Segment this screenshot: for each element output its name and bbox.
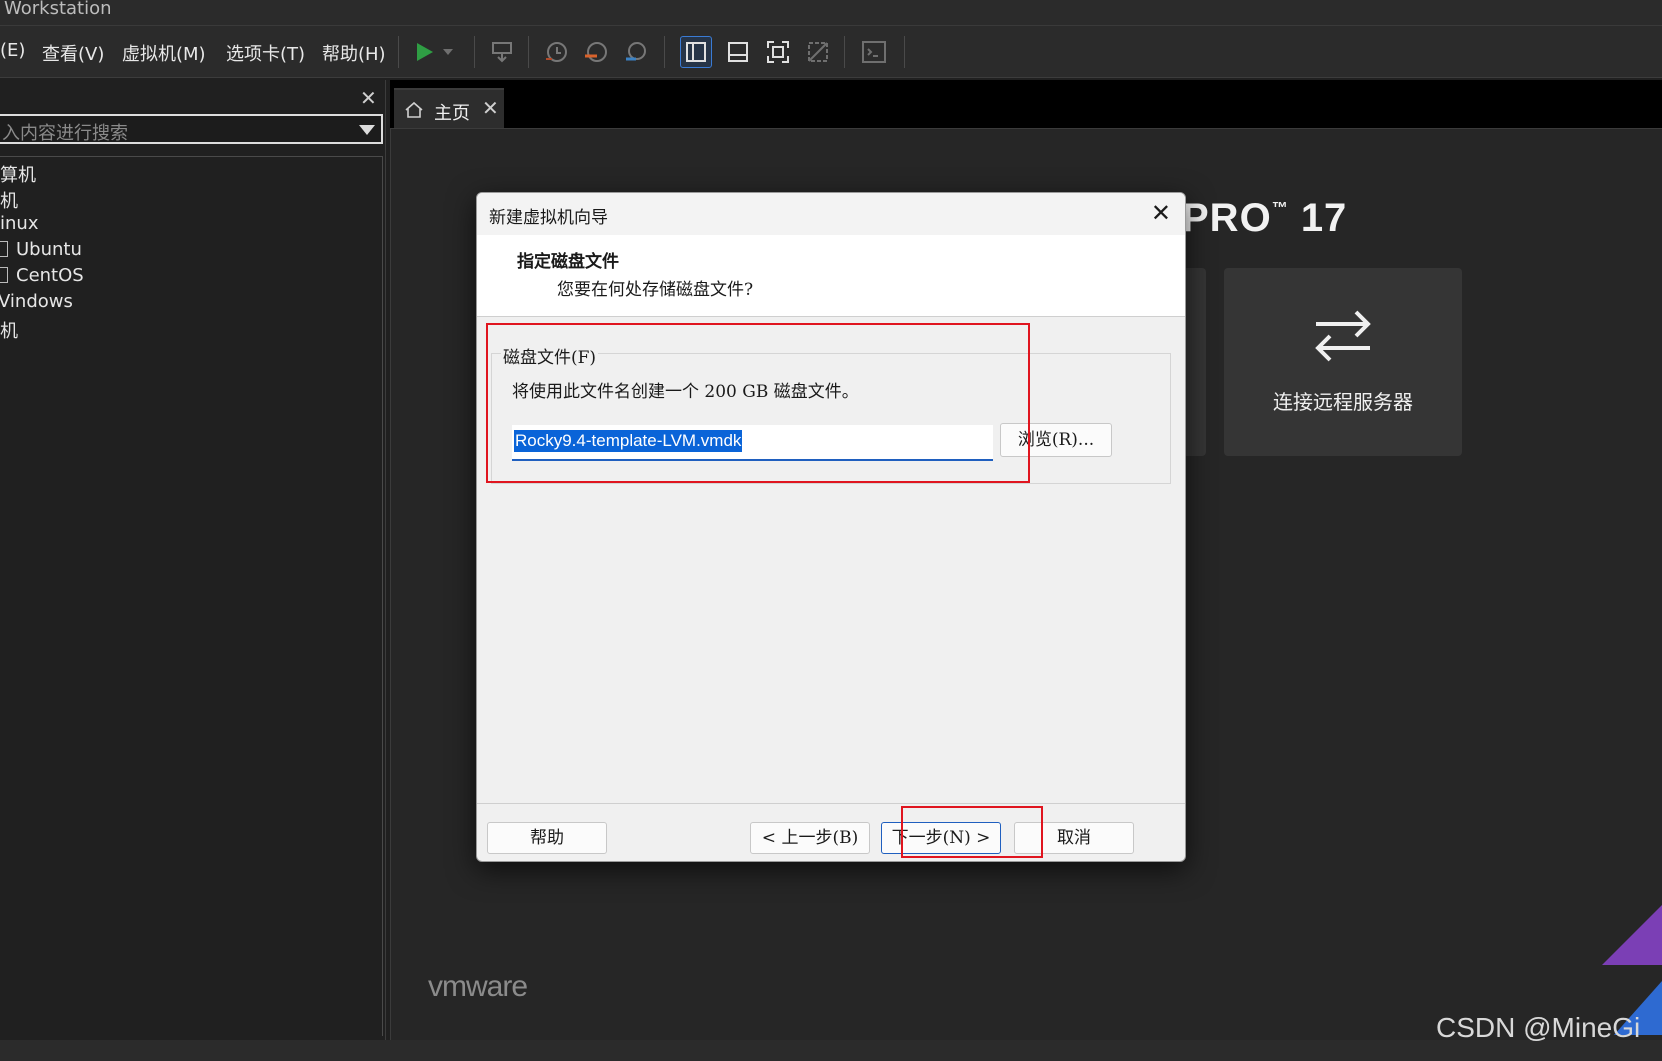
play-dropdown-icon[interactable] — [440, 36, 456, 68]
tree-item-label: Ubuntu — [16, 239, 82, 260]
product-edition: PRO™ 17 — [1182, 196, 1347, 241]
csdn-watermark: CSDN @MineGi — [1436, 1012, 1641, 1043]
snapshot-take-icon[interactable] — [540, 36, 572, 68]
wizard-step-title: 指定磁盘文件 — [517, 252, 619, 272]
tree-item[interactable]: 机 — [0, 317, 18, 343]
wizard-step-subtitle: 您要在何处存储磁盘文件? — [557, 280, 754, 300]
dialog-title-bar: 新建虚拟机向导 ✕ — [477, 193, 1185, 235]
toolbar-separator — [904, 36, 905, 68]
vmware-workstation-window: Workstation (E) 查看(V) 虚拟机(M) 选项卡(T) 帮助(H… — [0, 0, 1662, 1061]
menu-edit[interactable]: (E) — [0, 40, 25, 61]
wizard-header: 指定磁盘文件 您要在何处存储磁盘文件? — [477, 235, 1185, 317]
menu-tabs[interactable]: 选项卡(T) — [226, 40, 305, 66]
close-icon[interactable]: ✕ — [1151, 199, 1171, 227]
highlight-box-next — [901, 806, 1043, 858]
tree-item[interactable]: 机 — [0, 187, 18, 213]
swap-arrows-icon — [1310, 304, 1376, 372]
play-icon[interactable] — [408, 36, 440, 68]
close-icon[interactable]: ✕ — [360, 86, 377, 110]
menu-vm[interactable]: 虚拟机(M) — [122, 40, 206, 66]
snapshot-revert-icon[interactable] — [580, 36, 612, 68]
toolbar-separator — [844, 36, 845, 68]
trademark-symbol: ™ — [1271, 200, 1289, 217]
dialog-title: 新建虚拟机向导 — [489, 208, 608, 228]
toolbar-separator — [398, 36, 399, 68]
chevron-down-icon[interactable] — [359, 125, 375, 135]
toolbar-separator — [528, 36, 529, 68]
unity-icon[interactable] — [802, 36, 834, 68]
product-version: 17 — [1300, 196, 1348, 240]
product-name: PRO — [1182, 196, 1272, 240]
menu-help[interactable]: 帮助(H) — [322, 40, 386, 66]
sidebar-toggle-icon[interactable] — [680, 36, 712, 68]
vm-icon — [0, 267, 8, 283]
console-view-icon[interactable] — [858, 36, 890, 68]
tree-item-vm[interactable]: CentOS — [0, 265, 84, 286]
window-title: Workstation — [4, 0, 112, 19]
library-search-input[interactable]: 入内容进行搜索 — [0, 114, 383, 144]
menu-toolbar: (E) 查看(V) 虚拟机(M) 选项卡(T) 帮助(H) — [0, 26, 1662, 78]
tree-item-label: 机 — [0, 321, 18, 342]
tree-item-label: 机 — [0, 191, 18, 212]
thumbnail-bar-icon[interactable] — [722, 36, 754, 68]
highlight-box-disk-file — [486, 323, 1030, 483]
snapshot-manager-icon[interactable] — [620, 36, 652, 68]
tree-item[interactable]: Vindows — [0, 291, 73, 312]
toolbar-separator — [664, 36, 665, 68]
library-sidebar: ✕ 入内容进行搜索 算机 机 inux Ubuntu CentOS Vindow… — [0, 80, 386, 1040]
connect-remote-server-tile[interactable]: 连接远程服务器 — [1224, 268, 1462, 456]
tree-item-label: 算机 — [0, 165, 36, 186]
close-tab-icon[interactable]: ✕ — [482, 96, 499, 120]
tree-item-label: CentOS — [16, 265, 84, 286]
home-icon — [404, 100, 424, 124]
title-bar: Workstation — [0, 0, 1662, 26]
tree-item-label: Vindows — [0, 291, 73, 312]
vm-library-tree: 算机 机 inux Ubuntu CentOS Vindows 机 — [0, 156, 383, 1036]
back-button[interactable]: < 上一步(B) — [750, 822, 870, 854]
vm-icon — [0, 241, 8, 257]
footer-divider — [477, 803, 1185, 804]
help-button[interactable]: 帮助 — [487, 822, 607, 854]
tree-item[interactable]: inux — [0, 213, 38, 234]
send-ctrl-alt-del-icon[interactable] — [486, 36, 518, 68]
tree-item[interactable]: 算机 — [0, 161, 36, 187]
vmware-logo: vmware — [428, 970, 528, 1003]
tree-item-label: inux — [0, 213, 39, 234]
tab-label: 主页 — [434, 103, 470, 124]
connect-remote-server-label: 连接远程服务器 — [1273, 390, 1413, 414]
new-vm-wizard-dialog: 新建虚拟机向导 ✕ 指定磁盘文件 您要在何处存储磁盘文件? 磁盘文件(F) 将使… — [476, 192, 1186, 862]
tab-home[interactable]: 主页 ✕ — [394, 88, 504, 128]
tab-strip: 主页 ✕ — [390, 80, 1662, 128]
menu-view[interactable]: 查看(V) — [42, 40, 104, 66]
search-placeholder: 入内容进行搜索 — [2, 123, 128, 144]
toolbar-separator — [474, 36, 475, 68]
status-bar — [0, 1040, 1662, 1061]
tree-item-vm[interactable]: Ubuntu — [0, 239, 82, 260]
full-screen-icon[interactable] — [762, 36, 794, 68]
